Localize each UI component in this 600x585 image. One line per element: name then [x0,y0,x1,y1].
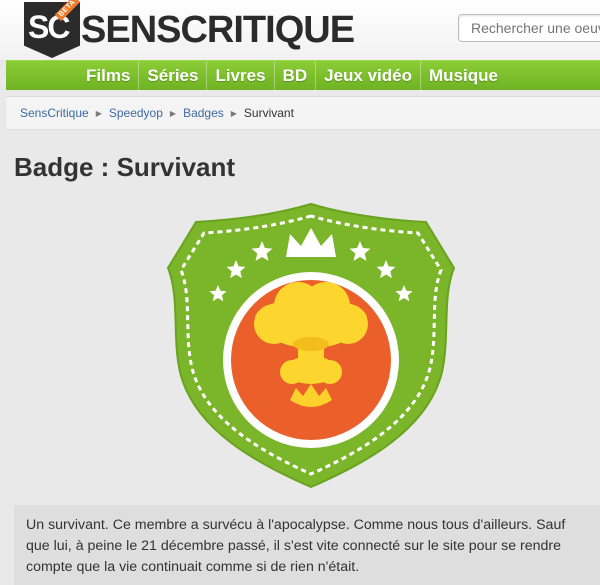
main-nav: Films Séries Livres BD Jeux vidéo Musiqu… [6,60,600,91]
nav-item-bd[interactable]: BD [273,60,316,91]
nav-item-films[interactable]: Films [78,61,138,91]
breadcrumb-link-user[interactable]: Speedyop [109,106,163,120]
breadcrumb-separator-icon: ▶ [230,108,237,118]
site-logo[interactable]: SC BETA SENSCRITIQUE [24,0,355,58]
breadcrumb-link-senscritique[interactable]: SensCritique [20,106,89,120]
nav-item-jeux-video[interactable]: Jeux vidéo [315,60,420,91]
nav-item-series[interactable]: Séries [138,60,206,91]
badge-image [166,202,456,492]
page-title: Badge : Survivant [14,152,236,182]
breadcrumb-separator-icon: ▶ [95,108,102,118]
breadcrumb-separator-icon: ▶ [169,108,177,118]
survivant-badge-icon [166,202,456,489]
search-input[interactable] [458,14,600,42]
site-header: SC BETA SENSCRITIQUE [0,0,600,60]
breadcrumb-current: Survivant [243,106,294,120]
breadcrumb-link-badges[interactable]: Badges [183,106,224,120]
nav-item-livres[interactable]: Livres [206,60,273,91]
nav-item-musique[interactable]: Musique [419,60,506,91]
logo-wordmark: SENSCRITIQUE [81,9,355,51]
breadcrumb: SensCritique ▶ Speedyop ▶ Badges ▶ Survi… [6,96,600,130]
badge-description: Un survivant. Ce membre a survécu à l'ap… [14,505,600,585]
